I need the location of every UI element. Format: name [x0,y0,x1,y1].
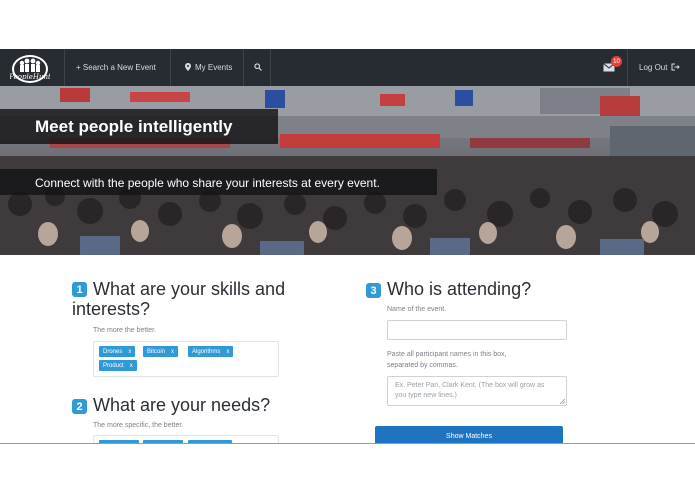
needs-hint: The more specific, the better. [93,422,184,429]
remove-tag-icon[interactable]: x [130,363,133,369]
window-bottom-border [0,443,695,444]
search-new-event-link[interactable]: + Search a New Event [76,49,156,86]
nav-divider [270,49,271,86]
app-frame: PeopleHunt + Search a New Event My Event… [0,49,695,444]
map-pin-icon [185,62,191,73]
show-matches-button[interactable]: Show Matches [375,426,563,444]
hero-banner: Meet people intelligently Connect with t… [0,86,695,255]
paste-names-label-line1: Paste all participant names in this box, [387,351,507,358]
logo-wordmark: PeopleHunt [10,73,50,81]
skills-hint: The more the better. [93,327,157,334]
skills-heading-line2: interests? [72,299,151,319]
step-number-badge: 2 [72,399,87,414]
search-icon [254,62,262,73]
logout-label: Log Out [639,63,668,72]
textarea-placeholder-line2: you type new lines.) [395,392,457,399]
remove-tag-icon[interactable]: x [226,349,229,355]
app-logo[interactable]: PeopleHunt [8,52,51,84]
nav-divider [170,49,171,86]
skills-heading-line1: What are your skills and [93,279,286,299]
hero-title: Meet people intelligently [35,117,233,136]
nav-divider [243,49,244,86]
event-name-input[interactable] [387,320,567,340]
sign-out-icon [671,63,681,73]
my-events-link[interactable]: My Events [185,49,232,86]
needs-heading: What are your needs? [93,395,271,415]
remove-tag-icon[interactable]: x [128,349,131,355]
nav-divider [627,49,628,86]
resize-handle-icon[interactable] [560,399,565,404]
event-name-label: Name of the event. [387,306,447,313]
logout-link[interactable]: Log Out [639,49,681,86]
textarea-placeholder-line1: Ex. Peter Pan, Clark Kent. (The box will… [395,382,545,389]
participants-textarea[interactable]: Ex. Peter Pan, Clark Kent. (The box will… [387,376,567,406]
top-navbar: PeopleHunt + Search a New Event My Event… [0,49,695,86]
nav-divider [64,49,65,86]
hero-subtitle: Connect with the people who share your i… [35,176,380,190]
paste-names-label-line2: separated by commas. [387,362,458,369]
step-number-badge: 1 [72,282,87,297]
search-button[interactable] [254,49,262,86]
step-number-badge: 3 [366,283,381,298]
attending-heading: Who is attending? [387,279,532,299]
tag-algorithms[interactable]: Algorithms x [188,346,234,357]
tag-drones[interactable]: Drones x [99,346,136,357]
my-events-label: My Events [195,63,233,72]
remove-tag-icon[interactable]: x [171,349,174,355]
notification-badge: 10 [611,56,622,67]
skills-tag-input[interactable]: Drones x Bitcoin x Algorithms x Product x [93,341,279,377]
search-event-label: + Search a New Event [76,63,156,72]
tag-product[interactable]: Product x [99,360,137,371]
tag-bitcoin[interactable]: Bitcoin x [143,346,179,357]
